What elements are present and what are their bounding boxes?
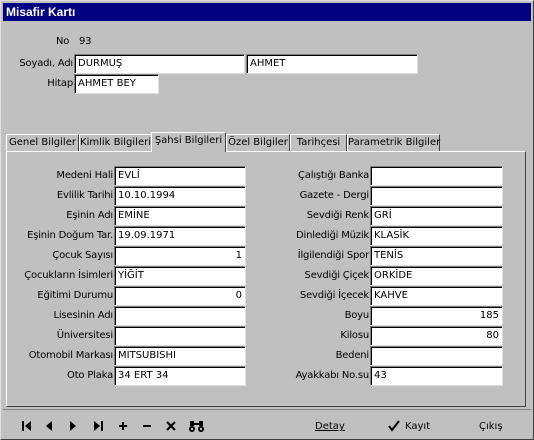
- cikis-button[interactable]: Çıkış: [479, 419, 503, 435]
- tab-ozel-bilgiler[interactable]: Özel Bilgiler: [226, 134, 290, 152]
- sevdigi-renk-label: Sevdiği Renk: [306, 210, 369, 221]
- adi-field[interactable]: AHMET: [246, 54, 418, 74]
- sevdigi-cicek-field[interactable]: ORKİDE: [370, 266, 503, 286]
- oto-plaka-label: Oto Plaka: [67, 370, 113, 381]
- dinledigi-muzik-label: Dinlediği Müzik: [296, 230, 369, 241]
- cocuk-sayisi-field[interactable]: 1: [114, 246, 246, 266]
- calistigi-banka-label: Çalıştığı Banka: [298, 170, 369, 181]
- cocuk-sayisi-label: Çocuk Sayısı: [52, 250, 113, 261]
- lisesinin-adi-field[interactable]: [114, 306, 246, 326]
- sevdigi-icecek-field[interactable]: KAHVE: [370, 286, 503, 306]
- otomobil-markasi-field[interactable]: MITSUBISHI: [114, 346, 246, 366]
- calistigi-banka-field[interactable]: [370, 166, 503, 186]
- kilosu-field[interactable]: 80: [370, 326, 503, 346]
- hitap-label: Hitap: [47, 78, 73, 89]
- cocuklarin-isimleri-field[interactable]: YİĞİT: [114, 266, 246, 286]
- soyadi-adi-label: Soyadı, Adı: [19, 58, 73, 69]
- add-icon[interactable]: [115, 418, 131, 434]
- esinin-dogum-tarihi-label: Eşinin Doğum Tar.: [27, 230, 113, 241]
- cancel-icon[interactable]: [163, 418, 179, 434]
- no-label: No: [56, 36, 70, 47]
- oto-plaka-field[interactable]: 34 ERT 34: [114, 366, 246, 386]
- ayakkabi-no-label: Ayakkabı No.su: [295, 370, 370, 381]
- hitap-field[interactable]: AHMET BEY: [74, 74, 159, 94]
- boyu-label: Boyu: [344, 310, 370, 321]
- boyu-field[interactable]: 185: [370, 306, 503, 326]
- tab-parametrik-bilgiler[interactable]: Parametrik Bilgiler: [347, 134, 440, 152]
- first-record-icon[interactable]: [19, 418, 35, 434]
- tab-genel-bilgiler[interactable]: Genel Bilgiler: [6, 134, 79, 152]
- esinin-adi-label: Eşinin Adı: [66, 210, 113, 221]
- tab-sahsi-bilgileri[interactable]: Şahsi Bilgileri: [151, 132, 226, 152]
- prior-record-icon[interactable]: [41, 418, 57, 434]
- bedeni-field[interactable]: [370, 346, 503, 366]
- evlilik-tarihi-field[interactable]: 10.10.1994: [114, 186, 246, 206]
- cocuklarin-isimleri-label: Çocukların İsimleri: [24, 270, 113, 281]
- otomobil-markasi-label: Otomobil Markası: [28, 350, 113, 361]
- checkmark-icon[interactable]: [387, 419, 403, 435]
- tab-kimlik-bilgileri[interactable]: Kimlik Bilgileri: [79, 134, 152, 152]
- ilgilendigi-spor-field[interactable]: TENİS: [370, 246, 503, 266]
- soyadi-field[interactable]: DURMUŞ: [74, 54, 245, 74]
- last-record-icon[interactable]: [90, 418, 106, 434]
- kayit-button[interactable]: Kayıt: [405, 419, 430, 435]
- dinledigi-muzik-field[interactable]: KLASİK: [370, 226, 503, 246]
- next-record-icon[interactable]: [65, 418, 81, 434]
- egitim-durumu-label: Eğitimi Durumu: [37, 290, 113, 301]
- misafir-karti-window: Misafir Kartı No 93 Soyadı, Adı DURMUŞ A…: [0, 0, 534, 440]
- bedeni-label: Bedeni: [335, 350, 370, 361]
- no-value: 93: [79, 36, 92, 47]
- tab-tarihcesi[interactable]: Tarihçesi: [290, 134, 347, 152]
- medeni-hali-field[interactable]: EVLİ: [114, 166, 246, 186]
- ayakkabi-no-field[interactable]: 43: [370, 366, 503, 386]
- sevdigi-cicek-label: Sevdiği Çiçek: [304, 270, 370, 281]
- window-title: Misafir Kartı: [3, 3, 531, 21]
- gazete-dergi-label: Gazete - Dergi: [299, 190, 370, 201]
- gazete-dergi-field[interactable]: [370, 186, 503, 206]
- navigator-toolbar: Detay Kayıt Çıkış: [3, 409, 531, 439]
- esinin-adi-field[interactable]: EMİNE: [114, 206, 246, 226]
- sevdigi-icecek-label: Sevdiği İçecek: [299, 290, 369, 301]
- detay-button[interactable]: Detay: [315, 419, 345, 435]
- universitesi-field[interactable]: [114, 326, 246, 346]
- evlilik-tarihi-label: Evlilik Tarihi: [56, 190, 113, 201]
- egitim-durumu-field[interactable]: 0: [114, 286, 246, 306]
- delete-icon[interactable]: [139, 418, 155, 434]
- lisesinin-adi-label: Lisesinin Adı: [53, 310, 113, 321]
- esinin-dogum-tarihi-field[interactable]: 19.09.1971: [114, 226, 246, 246]
- universitesi-label: Üniversitesi: [56, 330, 113, 341]
- ilgilendigi-spor-label: İlgilendiği Spor: [297, 250, 369, 261]
- search-binoculars-icon[interactable]: [187, 418, 207, 434]
- sevdigi-renk-field[interactable]: GRİ: [370, 206, 503, 226]
- medeni-hali-label: Medeni Hali: [56, 170, 113, 181]
- kilosu-label: Kilosu: [340, 330, 369, 341]
